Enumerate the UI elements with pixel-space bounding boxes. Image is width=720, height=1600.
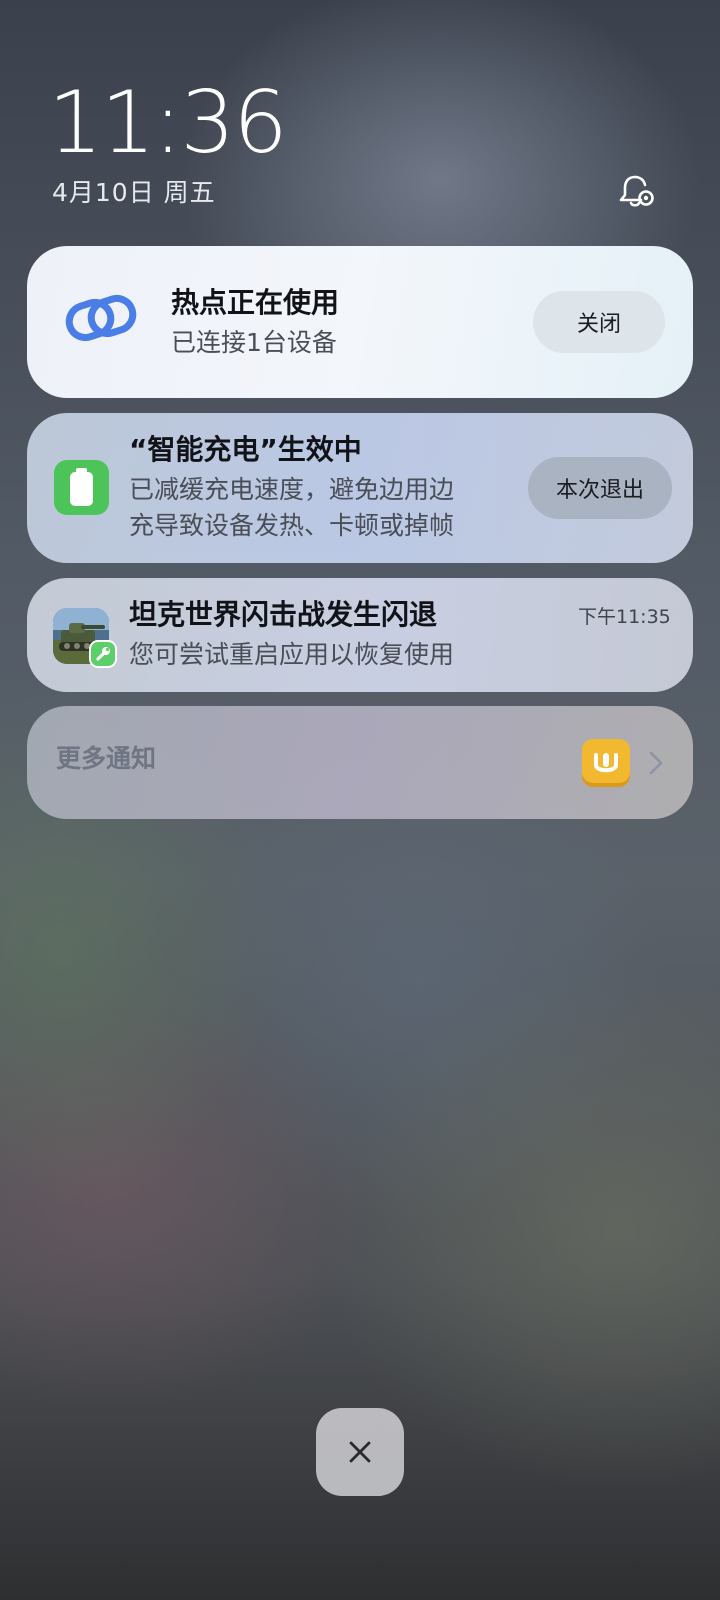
battery-icon [54,460,109,515]
exit-smart-charging-button[interactable]: 本次退出 [528,457,672,519]
app-store-icon [582,739,630,787]
smart-charging-body-line-1: 已减缓充电速度，避免边用边 [129,475,455,504]
hotspot-close-button[interactable]: 关闭 [533,291,665,353]
close-icon [346,1438,374,1466]
more-notifications-label: 更多通知 [56,744,157,773]
app-crash-time: 下午11:35 [578,606,671,628]
smart-charging-title: “智能充电”生效中 [129,433,362,466]
more-notifications-row[interactable]: 更多通知 [27,706,693,819]
app-crash-body: 您可尝试重启应用以恢复使用 [129,640,455,669]
wrench-icon [89,640,117,668]
smart-charging-body-line-2: 充导致设备发热、卡顿或掉帧 [129,511,455,540]
hotspot-subtitle: 已连接1台设备 [171,328,337,357]
notification-settings-icon[interactable] [616,172,656,212]
close-button[interactable] [316,1408,404,1496]
lockscreen-clock: 11:36 [48,73,288,173]
hotspot-title: 热点正在使用 [171,286,340,319]
app-crash-title: 坦克世界闪击战发生闪退 [129,598,438,631]
chevron-right-icon [647,750,665,776]
app-crash-notification[interactable]: 坦克世界闪击战发生闪退 下午11:35 您可尝试重启应用以恢复使用 [27,578,693,692]
lockscreen-date: 4月10日 周五 [52,178,216,207]
smart-charging-notification[interactable]: “智能充电”生效中 已减缓充电速度，避免边用边 充导致设备发热、卡顿或掉帧 本次… [27,413,693,563]
hotspot-notification[interactable]: 热点正在使用 已连接1台设备 关闭 [27,246,693,398]
link-icon [65,290,137,348]
